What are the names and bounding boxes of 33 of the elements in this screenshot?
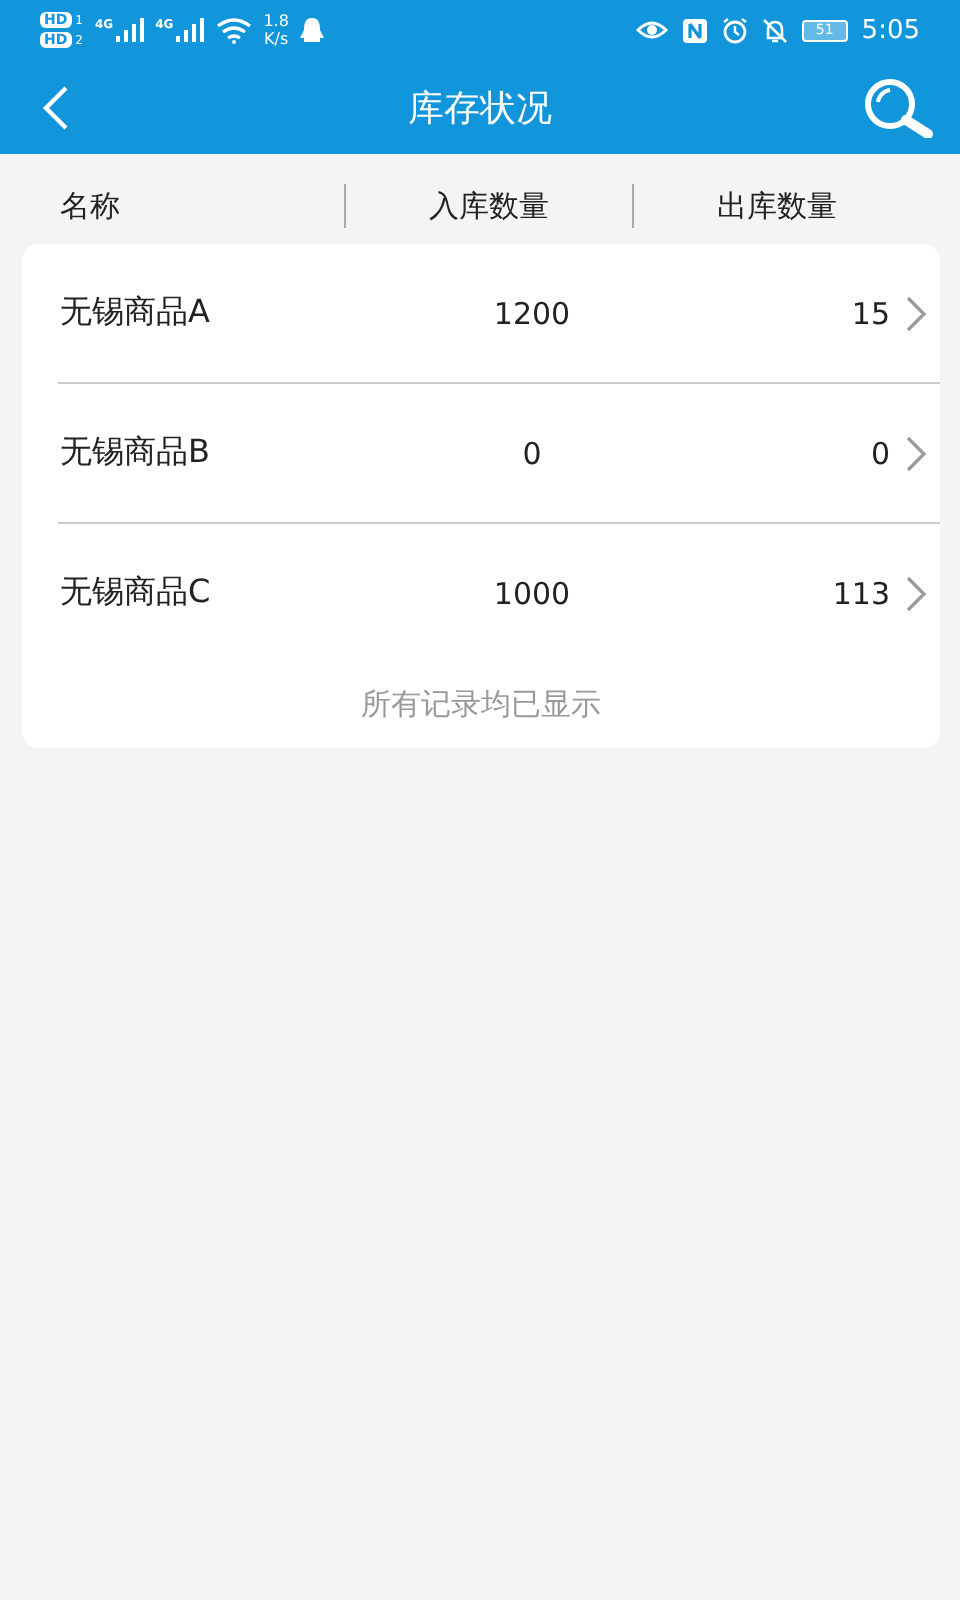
in-quantity: 1000: [491, 575, 573, 611]
chevron-icon: [904, 435, 928, 471]
clock-time: 5:05: [861, 15, 920, 45]
item-name: 无锡商品A: [60, 292, 212, 334]
back-icon[interactable]: [40, 83, 72, 131]
out-quantity: 113: [830, 575, 890, 611]
list-row[interactable]: 无锡商品B 0 0: [22, 384, 940, 522]
out-quantity: 0: [868, 435, 890, 471]
chevron-icon: [904, 575, 928, 611]
nfc-icon: [681, 17, 708, 43]
end-of-list-note: 所有记录均已显示: [359, 684, 603, 724]
in-quantity: 0: [520, 435, 544, 471]
column-header: 入库数量: [427, 187, 551, 225]
column-header: 出库数量: [715, 187, 839, 225]
chevron-icon: [904, 295, 928, 331]
wifi-icon: [215, 17, 252, 43]
penguin-icon: [300, 17, 325, 43]
alarm-icon: [721, 17, 748, 43]
signal-icon: [175, 18, 204, 42]
out-quantity: 15: [849, 295, 890, 331]
page-title: 库存状况: [406, 85, 554, 131]
list-row[interactable]: 无锡商品A 1200 15: [22, 244, 940, 382]
in-quantity: 1200: [491, 295, 573, 331]
signal-icon: [115, 18, 144, 42]
list-row[interactable]: 无锡商品C 1000 113: [22, 524, 940, 662]
network-speed: 1.8: [263, 12, 289, 30]
speed-unit: K/s: [264, 30, 289, 48]
item-name: 无锡商品B: [60, 432, 212, 474]
item-name: 无锡商品C: [60, 572, 213, 614]
muted-bell-icon: [761, 17, 788, 43]
eye-icon: [635, 18, 668, 42]
search-icon[interactable]: [864, 77, 936, 137]
column-header: 名称: [58, 187, 122, 225]
